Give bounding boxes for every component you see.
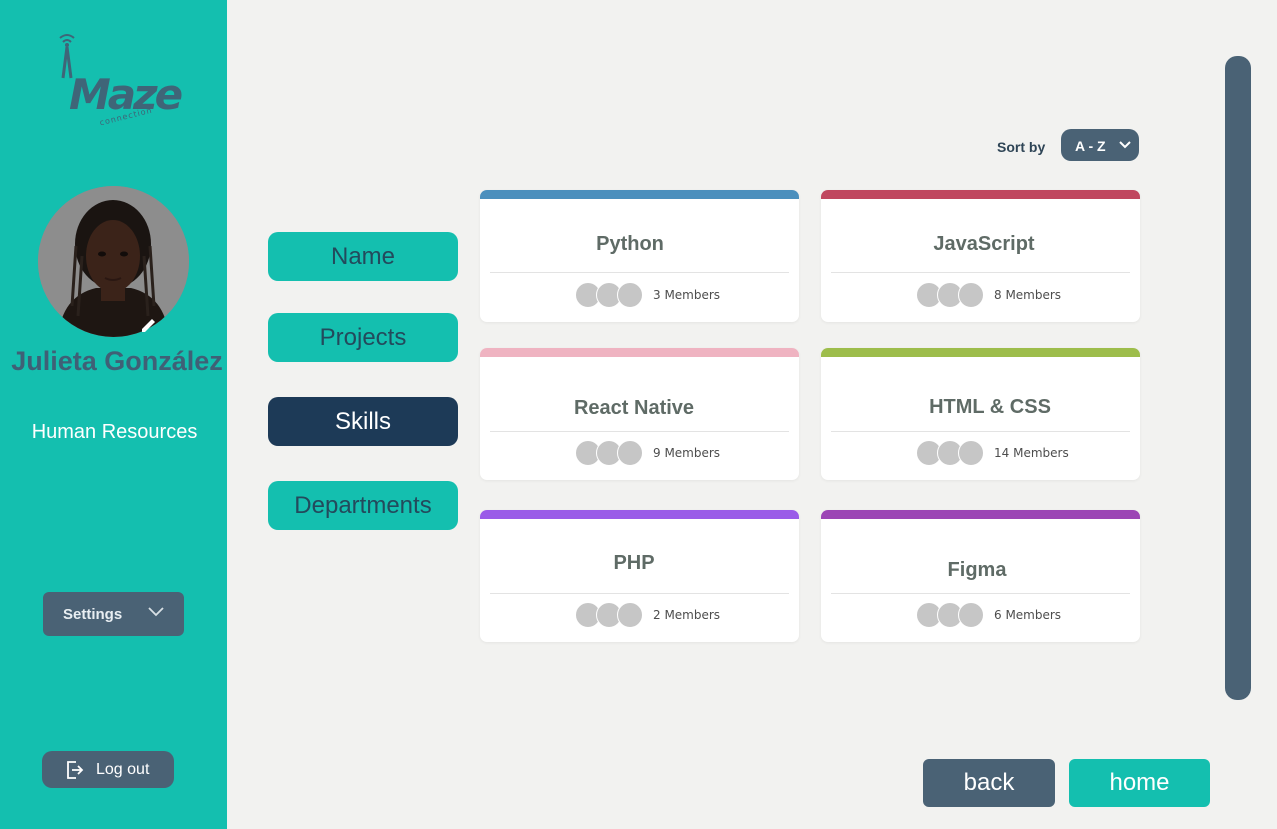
maze-connection-logo: Maze connection [55,30,183,135]
settings-label: Settings [63,606,123,623]
skill-card[interactable]: Figma 6 Members [821,510,1140,642]
logout-button[interactable]: Log out [42,751,174,788]
settings-dropdown[interactable]: Settings [43,592,184,636]
user-department: Human Resources [31,421,198,443]
skill-title: PHP [613,552,655,574]
skill-title: HTML & CSS [929,396,1051,418]
user-name: Julieta González [11,346,223,376]
sort-value: A - Z [1075,138,1106,154]
chevron-down-icon [1119,141,1131,149]
card-color-bar [480,190,799,199]
member-count: 3 Members [653,288,721,302]
card-color-bar [821,510,1140,519]
divider [490,431,789,432]
back-button[interactable]: back [923,759,1055,807]
card-color-bar [821,348,1140,357]
divider [831,431,1130,432]
member-count: 2 Members [653,608,721,622]
member-avatar [617,440,643,466]
category-projects-button[interactable]: Projects [268,313,458,362]
edit-pencil-icon[interactable] [138,314,160,336]
logout-label: Log out [96,761,150,778]
divider [831,272,1130,273]
skill-title: React Native [573,397,695,419]
category-skills-button[interactable]: Skills [268,397,458,446]
home-button[interactable]: home [1069,759,1210,807]
sidebar: Maze connection Julieta González Human R… [0,0,227,829]
card-color-bar [480,348,799,357]
chevron-down-icon [148,607,164,617]
scrollbar[interactable] [1225,56,1251,700]
skill-card[interactable]: React Native 9 Members [480,348,799,480]
avatar [38,186,189,337]
member-avatar [958,440,984,466]
logout-icon [67,761,84,779]
member-avatar [958,602,984,628]
skill-card[interactable]: HTML & CSS 14 Members [821,348,1140,480]
sort-label: Sort by [997,139,1046,155]
divider [490,272,789,273]
member-avatar [958,282,984,308]
member-count: 6 Members [994,608,1062,622]
sort-dropdown[interactable]: A - Z [1061,129,1139,161]
skill-card[interactable]: JavaScript 8 Members [821,190,1140,322]
member-count: 14 Members [994,446,1069,460]
skill-card[interactable]: Python 3 Members [480,190,799,322]
card-color-bar [821,190,1140,199]
member-count: 9 Members [653,446,721,460]
card-color-bar [480,510,799,519]
divider [490,593,789,594]
skill-card[interactable]: PHP 2 Members [480,510,799,642]
member-avatar [617,282,643,308]
skill-title: Figma [947,559,1007,581]
divider [831,593,1130,594]
category-name-button[interactable]: Name [268,232,458,281]
logo-text: Maze [69,70,183,119]
skill-title: Python [596,233,664,255]
category-departments-button[interactable]: Departments [268,481,458,530]
member-count: 8 Members [994,288,1062,302]
member-avatar [617,602,643,628]
skill-title: JavaScript [933,233,1035,255]
